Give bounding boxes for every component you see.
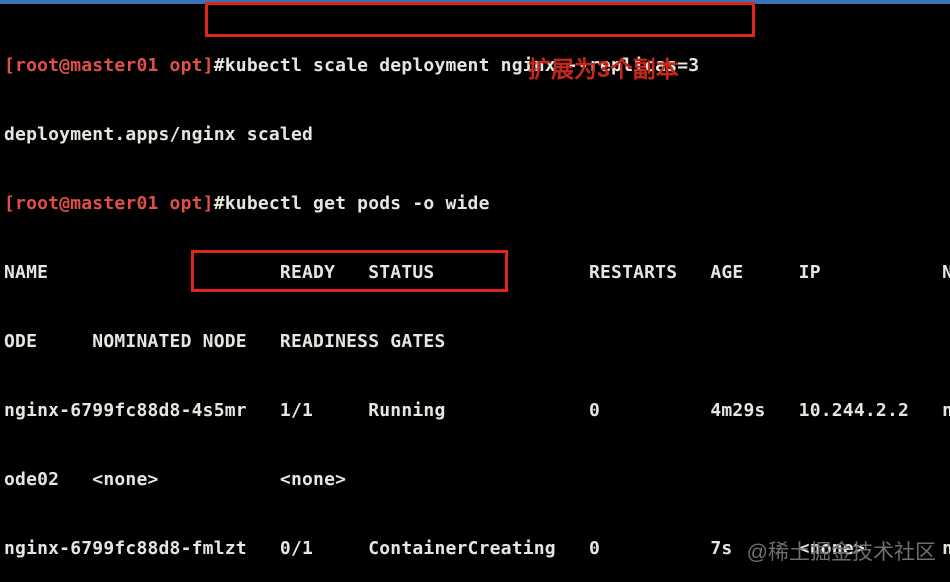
command-text: #kubectl get pods -o wide: [213, 193, 490, 214]
watermark-text: @稀土掘金技术社区: [746, 541, 936, 564]
table1-row-4s5mr-wrap: ode02 <none> <none>: [4, 468, 950, 491]
highlight-box-scale-command: [205, 2, 755, 37]
output-line-deployment-scaled: deployment.apps/nginx scaled: [4, 123, 950, 146]
output-text: deployment.apps/nginx scaled: [4, 124, 314, 145]
shell-prompt: [root@master01 opt]: [4, 193, 214, 214]
table-header-text: ODE NOMINATED NODE READINESS GATES: [4, 331, 446, 352]
prompt-line-scale-command: [root@master01 opt]#kubectl scale deploy…: [4, 54, 950, 77]
terminal-screen: [root@master01 opt]#kubectl scale deploy…: [0, 0, 950, 582]
prompt-line-get-pods-1: [root@master01 opt]#kubectl get pods -o …: [4, 192, 950, 215]
table1-row-4s5mr: nginx-6799fc88d8-4s5mr 1/1 Running 0 4m2…: [4, 399, 950, 422]
highlight-box-get-pods-command: [191, 250, 508, 292]
scale-annotation-text: 扩展为3个副本: [528, 56, 679, 82]
table1-header-wrap: ODE NOMINATED NODE READINESS GATES: [4, 330, 950, 353]
shell-prompt: [root@master01 opt]: [4, 55, 214, 76]
terminal-output[interactable]: [root@master01 opt]#kubectl scale deploy…: [4, 8, 950, 582]
table-row-text: ode02 <none> <none>: [4, 469, 347, 490]
table-row-text: nginx-6799fc88d8-4s5mr 1/1 Running 0 4m2…: [4, 400, 950, 421]
